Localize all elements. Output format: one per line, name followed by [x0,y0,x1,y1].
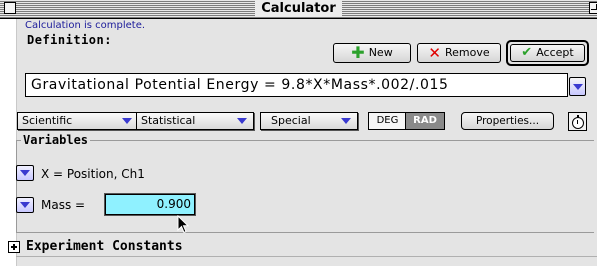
window-title-wrap: Calculator [0,0,597,18]
formula-history-dropdown[interactable] [569,77,586,96]
statistical-menu-label: Statistical [141,114,196,127]
variables-group [16,140,594,233]
scientific-menu[interactable]: Scientific [17,112,139,130]
variable-mass-menu[interactable] [16,197,34,213]
chevron-down-icon [20,170,30,176]
rad-mode-button[interactable]: RAD [405,112,445,130]
chevron-down-icon [122,118,132,124]
accept-button[interactable]: ✔ Accept [506,40,589,66]
accept-button-label: Accept [536,46,574,59]
chevron-down-icon [341,118,351,124]
variable-x-label: X = Position, Ch1 [41,167,145,181]
formula-field[interactable]: Gravitational Potential Energy = 9.8*X*M… [25,73,568,97]
chevron-down-icon [237,118,247,124]
x-icon: ✕ [428,44,441,62]
variables-title: Variables [21,133,91,147]
checkmark-icon: ✔ [521,45,533,60]
experiment-constants-row[interactable]: Experiment Constants [1,233,582,256]
accept-button-face: ✔ Accept [510,44,585,62]
statistical-menu[interactable]: Statistical [136,112,254,130]
variable-x-menu[interactable] [16,165,34,181]
stopwatch-face [572,115,584,129]
deg-mode-button[interactable]: DEG [368,112,406,130]
new-button-label: New [368,46,393,59]
definition-label: Definition: [27,33,112,47]
remove-button-label: Remove [444,46,490,59]
plus-box-icon[interactable] [8,241,20,253]
mouse-cursor-icon [177,215,190,234]
new-button[interactable]: ✚ New [333,43,411,63]
variable-mass-label: Mass = [41,198,86,212]
special-menu[interactable]: Special [260,112,358,130]
properties-button[interactable]: Properties... [461,112,554,130]
window-bottom-divider [16,256,597,257]
experiment-constants-label: Experiment Constants [26,239,183,254]
status-message: Calculation is complete. [25,20,146,31]
special-menu-label: Special [271,114,311,127]
title-bar[interactable]: Calculator [0,0,597,19]
calculator-window: Calculator Calculation is complete. Defi… [0,0,597,266]
remove-button[interactable]: ✕ Remove [417,43,501,63]
calculator-panel: Calculation is complete. Definition: ✚ Ne… [8,19,597,266]
scientific-menu-label: Scientific [22,114,73,127]
chevron-down-icon [20,202,30,208]
window-title: Calculator [255,0,342,17]
zoom-box-icon[interactable] [589,2,597,14]
stopwatch-icon[interactable] [568,112,587,131]
plus-icon: ✚ [351,43,365,62]
mass-input[interactable]: 0.900 [104,193,196,216]
chevron-down-icon [573,84,583,90]
